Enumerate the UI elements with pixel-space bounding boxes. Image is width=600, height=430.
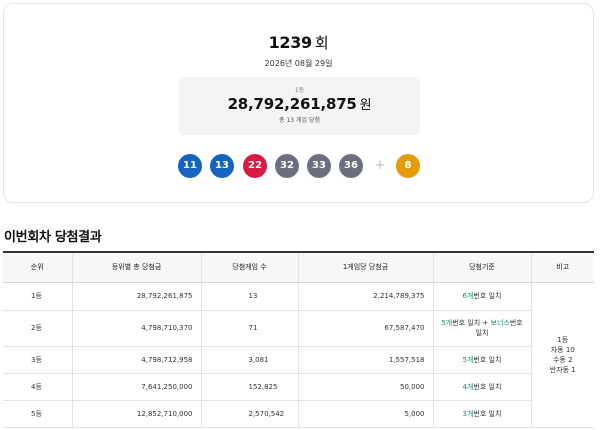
criteria-cell: 6개번호 일치 <box>432 282 531 311</box>
total-prize-cell: 4,798,710,370 <box>71 310 201 347</box>
number-ball: 22 <box>243 154 267 178</box>
per-game-prize-cell: 5,000 <box>297 400 433 428</box>
total-prize-cell: 4,798,712,958 <box>71 346 201 374</box>
draw-summary-card: 1239 회 2026년 08월 29일 1등 28,792,261,875 원 총… <box>3 3 594 203</box>
criteria-text: 번호 일치 + <box>452 319 491 327</box>
rank-cell: 5등 <box>3 400 72 428</box>
note-cell: 1등 자동 10 수동 2 반자동 1 <box>530 282 594 428</box>
criteria-cell: 4개번호 일치 <box>432 373 531 401</box>
note-line: 반자동 1 <box>549 365 576 374</box>
round-unit: 회 <box>314 34 329 52</box>
total-prize-cell: 28,792,261,875 <box>71 282 201 311</box>
round-number: 1239 <box>268 33 313 52</box>
number-ball: 11 <box>178 154 202 178</box>
prize-winners-text: 총 13 게임 당첨 <box>279 117 320 124</box>
criteria-cell: 5개번호 일치 <box>432 346 531 374</box>
note-line: 자동 10 <box>550 345 575 354</box>
per-game-prize-cell: 1,557,518 <box>297 346 433 374</box>
criteria-count: 6개 <box>462 292 474 300</box>
results-table: 순위 등위별 총 당첨금 당첨게임 수 1게임당 당첨금 당첨기준 비고 1등 … <box>3 251 594 428</box>
criteria-bonus: 보너스 <box>490 319 510 327</box>
note-line: 1등 <box>557 335 569 344</box>
criteria-count: 4개 <box>462 382 474 391</box>
criteria-count: 3개 <box>462 409 474 418</box>
number-ball: 33 <box>307 154 331 178</box>
table-header-row: 순위 등위별 총 당첨금 당첨게임 수 1게임당 당첨금 당첨기준 비고 <box>3 251 594 283</box>
header-per-game-prize: 1게임당 당첨금 <box>297 251 433 283</box>
winner-count-cell: 2,570,542 <box>200 400 298 428</box>
criteria-count: 5개 <box>462 355 474 364</box>
plus-icon: + <box>374 158 386 173</box>
note-line: 수동 2 <box>552 355 573 364</box>
number-ball: 13 <box>210 154 234 178</box>
winner-count-cell: 13 <box>200 282 298 311</box>
criteria-count: 5개 <box>441 319 453 327</box>
header-note: 비고 <box>530 251 594 283</box>
winning-numbers: 11 13 22 32 33 36 + 8 <box>4 154 593 180</box>
winner-count-cell: 3,081 <box>200 346 298 374</box>
total-prize-cell: 7,641,250,000 <box>71 373 201 401</box>
table-row: 4등 7,641,250,000 152,825 50,000 4개번호 일치 <box>3 373 594 401</box>
bonus-ball: 8 <box>396 154 420 178</box>
criteria-text: 번호 일치 <box>473 409 502 418</box>
number-ball: 32 <box>275 154 299 178</box>
prize-amount-unit: 원 <box>359 98 372 113</box>
criteria-cell: 3개번호 일치 <box>432 400 531 428</box>
criteria-text: 번호 일치 <box>473 355 502 364</box>
number-ball: 36 <box>339 154 363 178</box>
first-prize-box: 1등 28,792,261,875 원 총 13 게임 당첨 <box>179 77 420 135</box>
prize-rank-label: 1등 <box>294 87 305 94</box>
prize-amount-value: 28,792,261,875 <box>227 95 357 113</box>
per-game-prize-cell: 50,000 <box>297 373 433 401</box>
header-rank: 순위 <box>3 251 72 283</box>
rank-cell: 4등 <box>3 373 72 401</box>
table-row: 1등 28,792,261,875 13 2,214,789,375 6개번호 … <box>3 282 594 428</box>
prize-amount: 28,792,261,875 원 <box>179 94 420 113</box>
winner-count-cell: 152,825 <box>200 373 298 401</box>
results-section-title: 이번회차 당첨결과 <box>4 230 102 245</box>
total-prize-cell: 12,852,710,000 <box>71 400 201 428</box>
draw-date: 2026년 08월 29일 <box>264 59 333 68</box>
criteria-text: 번호 일치 <box>473 292 502 300</box>
criteria-text: 번호 일치 <box>473 382 502 391</box>
table-row: 3등 4,798,712,958 3,081 1,557,518 5개번호 일치 <box>3 346 594 374</box>
criteria-text: 번호 <box>509 319 523 327</box>
winner-count-cell: 71 <box>200 310 298 347</box>
criteria-cell: 5개번호 일치 + 보너스번호 일치 <box>432 310 531 347</box>
rank-cell: 2등 <box>3 310 72 347</box>
criteria-text: 일치 <box>475 329 489 337</box>
header-criteria: 당첨기준 <box>432 251 531 283</box>
rank-cell: 3등 <box>3 346 72 374</box>
rank-cell: 1등 <box>3 282 72 311</box>
per-game-prize-cell: 2,214,789,375 <box>297 282 433 311</box>
table-row: 5등 12,852,710,000 2,570,542 5,000 3개번호 일… <box>3 400 594 428</box>
header-total-prize: 등위별 총 당첨금 <box>71 251 201 283</box>
table-row: 2등 4,798,710,370 71 67,587,470 5개번호 일치 +… <box>3 310 594 347</box>
per-game-prize-cell: 67,587,470 <box>297 310 433 347</box>
header-winner-count: 당첨게임 수 <box>200 251 298 283</box>
round-title: 1239 회 <box>4 32 593 53</box>
